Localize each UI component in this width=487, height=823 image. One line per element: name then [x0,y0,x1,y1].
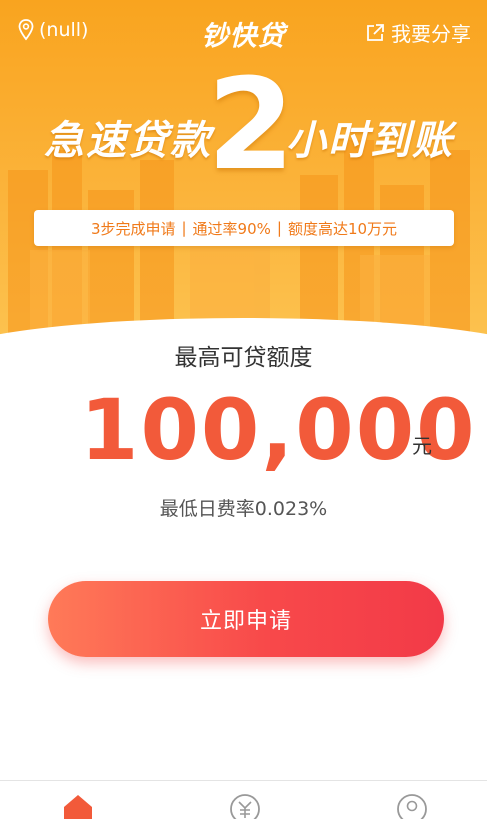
tab-profile[interactable] [392,791,432,823]
user-icon [397,794,427,823]
feature-separator: | [181,219,187,237]
tab-home[interactable] [58,791,98,819]
share-button[interactable]: 我要分享 [365,18,471,47]
amount-row: 100,000 元 [0,380,487,480]
tab-loan[interactable] [225,791,265,823]
yuan-icon [230,794,260,823]
slogan-right: 小时到账 [286,118,454,164]
bottom-tab-bar [0,780,487,823]
feature-separator: | [276,219,282,237]
features-strip: 3步完成申请 | 通过率90% | 额度高达10万元 [34,210,454,246]
daily-rate-text: 最低日费率0.023% [159,498,328,520]
feature-item: 通过率90% [192,219,271,238]
slogan-number: 2 [207,51,295,198]
apply-now-button[interactable]: 立即申请 [48,581,444,657]
amount-unit: 元 [412,434,432,458]
max-amount-label: 最高可贷额度 [174,345,313,371]
slogan-left: 急速贷款 [44,118,212,164]
share-icon [367,23,384,41]
feature-item: 额度高达10万元 [287,219,398,238]
share-label: 我要分享 [391,22,471,46]
home-icon [64,795,92,819]
hero-banner: (null) 钞快贷 我要分享 急速贷款 2 小时到账 3步完成申请 | 通过率… [0,0,487,340]
feature-item: 3步完成申请 [90,219,176,238]
